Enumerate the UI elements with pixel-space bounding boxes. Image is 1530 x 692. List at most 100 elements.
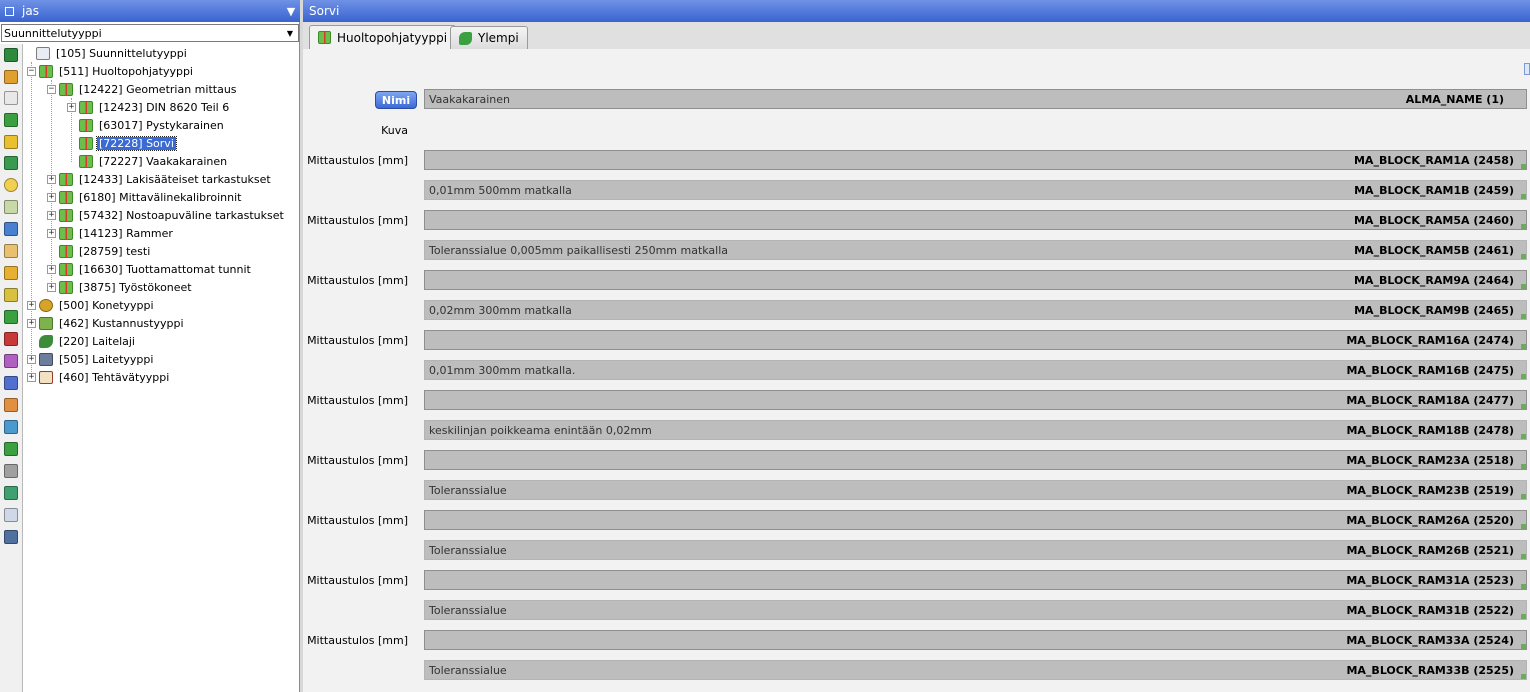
expand-icon[interactable]: + xyxy=(67,102,76,112)
tree-node-nostoapuvaline[interactable]: + [57432] Nostoapuväline tarkastukset xyxy=(47,206,286,224)
expand-icon[interactable]: + xyxy=(27,300,36,310)
toolbar-puzzle-icon[interactable] xyxy=(4,310,18,324)
toolbar-users-icon[interactable] xyxy=(4,376,18,390)
type-select-value: Suunnittelutyyppi xyxy=(4,26,102,40)
type-select[interactable]: Suunnittelutyyppi ▼ xyxy=(1,24,299,42)
tree-node-lakisaateiset[interactable]: + [12433] Lakisääteiset tarkastukset xyxy=(47,170,273,188)
toolbar-document-icon[interactable] xyxy=(4,91,18,105)
tolerance-field[interactable]: Toleranssialue MA_BLOCK_RAM31B (2522) xyxy=(424,600,1527,620)
measurement-field[interactable]: MA_BLOCK_RAM31A (2523) xyxy=(424,570,1527,590)
tree-node-huoltopohjatyyppi[interactable]: − [511] Huoltopohjatyyppi xyxy=(27,62,195,80)
resize-grip-icon xyxy=(1521,374,1526,379)
toolbar-box-icon[interactable] xyxy=(4,135,18,149)
gift-icon xyxy=(59,280,73,294)
tree-node-tuottamattomat[interactable]: + [16630] Tuottamattomat tunnit xyxy=(47,260,253,278)
collapse-icon[interactable]: − xyxy=(47,84,56,94)
money-icon xyxy=(39,316,53,330)
tree-node-pystykarainen[interactable]: [63017] Pystykarainen xyxy=(79,116,226,134)
tab-huoltopohjatyyppi[interactable]: Huoltopohjatyyppi xyxy=(309,25,457,49)
toolbar-truck-icon[interactable] xyxy=(4,530,18,544)
tree-node-sorvi[interactable]: [72228] Sorvi xyxy=(79,134,177,152)
tree-node-root[interactable]: [105] Suunnittelutyyppi xyxy=(24,44,189,62)
field-code: MA_BLOCK_RAM33B (2525) xyxy=(1346,663,1514,677)
measurement-field[interactable]: MA_BLOCK_RAM26A (2520) xyxy=(424,510,1527,530)
expand-icon[interactable]: + xyxy=(47,210,56,220)
field-code: MA_BLOCK_RAM9A (2464) xyxy=(1353,273,1514,287)
tree-node-label: [462] Kustannustyyppi xyxy=(59,316,184,330)
tree-node-rammer[interactable]: + [14123] Rammer xyxy=(47,224,175,242)
toolbar-folder-icon[interactable] xyxy=(4,70,18,84)
expand-icon[interactable]: + xyxy=(27,354,36,364)
toolbar-group-icon[interactable] xyxy=(4,398,18,412)
tree-node-label: [16630] Tuottamattomat tunnit xyxy=(79,262,251,276)
resize-grip-icon xyxy=(1521,674,1526,679)
measurement-field[interactable]: MA_BLOCK_RAM9A (2464) xyxy=(424,270,1527,290)
tree-node-kustannustyyppi[interactable]: + [462] Kustannustyyppi xyxy=(27,314,186,332)
tolerance-field[interactable]: 0,01mm 500mm matkalla MA_BLOCK_RAM1B (245… xyxy=(424,180,1527,200)
measurement-field[interactable]: MA_BLOCK_RAM1A (2458) xyxy=(424,150,1527,170)
toolbar-bulb-icon[interactable] xyxy=(4,178,18,192)
toolbar-package-icon[interactable] xyxy=(4,354,18,368)
name-field[interactable]: Vaakakarainen ALMA_NAME (1) xyxy=(424,89,1527,109)
panel-corner-icon[interactable] xyxy=(1524,63,1530,75)
tree-node-vaakakarainen[interactable]: [72227] Vaakakarainen xyxy=(79,152,229,170)
gift-icon xyxy=(79,100,93,114)
measurement-field[interactable]: MA_BLOCK_RAM33A (2524) xyxy=(424,630,1527,650)
name-button[interactable]: Nimi xyxy=(375,91,417,109)
collapse-icon[interactable]: − xyxy=(27,66,36,76)
resize-grip-icon xyxy=(1521,254,1526,259)
toolbar-window-icon[interactable] xyxy=(4,508,18,522)
expand-icon[interactable]: + xyxy=(47,174,56,184)
field-value: Toleranssialue xyxy=(429,603,507,617)
expand-icon[interactable]: + xyxy=(27,318,36,328)
tolerance-field[interactable]: Toleranssialue MA_BLOCK_RAM23B (2519) xyxy=(424,480,1527,500)
toolbar-wrench-icon[interactable] xyxy=(4,464,18,478)
tolerance-field[interactable]: Toleranssialue MA_BLOCK_RAM33B (2525) xyxy=(424,660,1527,680)
toolbar-chart-icon[interactable] xyxy=(4,156,18,170)
expand-icon[interactable]: + xyxy=(47,264,56,274)
toolbar-note-icon[interactable] xyxy=(4,244,18,258)
toolbar-cylinder-icon[interactable] xyxy=(4,442,18,456)
toolbar-blocks-icon[interactable] xyxy=(4,332,18,346)
tree-node-tyostokoneet[interactable]: + [3875] Työstökoneet xyxy=(47,278,194,296)
measurement-field[interactable]: MA_BLOCK_RAM5A (2460) xyxy=(424,210,1527,230)
tolerance-field[interactable]: keskilinjan poikkeama enintään 0,02mm MA_… xyxy=(424,420,1527,440)
tree-node-din[interactable]: + [12423] DIN 8620 Teil 6 xyxy=(67,98,231,116)
expand-icon[interactable]: + xyxy=(47,282,56,292)
measurement-field[interactable]: MA_BLOCK_RAM16A (2474) xyxy=(424,330,1527,350)
expand-icon[interactable]: + xyxy=(27,372,36,382)
measurement-field[interactable]: MA_BLOCK_RAM18A (2477) xyxy=(424,390,1527,410)
tolerance-field[interactable]: Toleranssialue MA_BLOCK_RAM26B (2521) xyxy=(424,540,1527,560)
chevron-down-icon[interactable]: ▼ xyxy=(282,29,298,38)
tolerance-field[interactable]: 0,01mm 300mm matkalla. MA_BLOCK_RAM16B (2… xyxy=(424,360,1527,380)
tree-node-mittavalinekalibroinnit[interactable]: + [6180] Mittavälinekalibroinnit xyxy=(47,188,243,206)
design-type-icon xyxy=(36,46,50,60)
expand-icon[interactable]: + xyxy=(47,192,56,202)
resize-grip-icon xyxy=(1521,524,1526,529)
toolbar-search-icon[interactable] xyxy=(4,420,18,434)
tree-node-tehtavatyyppi[interactable]: + [460] Tehtävätyyppi xyxy=(27,368,171,386)
funnel-icon[interactable]: ▼ xyxy=(282,5,300,18)
measurement-field[interactable]: MA_BLOCK_RAM23A (2518) xyxy=(424,450,1527,470)
tree-node-konetyyppi[interactable]: + [500] Konetyyppi xyxy=(27,296,156,314)
resize-grip-icon xyxy=(1521,554,1526,559)
tab-ylempi[interactable]: Ylempi xyxy=(450,26,528,49)
tree-node-laitelaji[interactable]: [220] Laitelaji xyxy=(39,332,137,350)
tree-node-geometrian-mittaus[interactable]: − [12422] Geometrian mittaus xyxy=(47,80,239,98)
resize-grip-icon xyxy=(1521,644,1526,649)
field-value: Toleranssialue xyxy=(429,483,507,497)
tree-node-label: [12433] Lakisääteiset tarkastukset xyxy=(79,172,271,186)
tree-node-laitetyyppi[interactable]: + [505] Laitetyyppi xyxy=(27,350,155,368)
resize-grip-icon xyxy=(1521,224,1526,229)
tree-node-testi[interactable]: [28759] testi xyxy=(59,242,152,260)
toolbar-schedule-icon[interactable] xyxy=(4,200,18,214)
tolerance-field[interactable]: Toleranssialue 0,005mm paikallisesti 250… xyxy=(424,240,1527,260)
toolbar-machine-icon[interactable] xyxy=(4,48,18,62)
toolbar-recycle-icon[interactable] xyxy=(4,486,18,500)
tolerance-field[interactable]: 0,02mm 300mm matkalla MA_BLOCK_RAM9B (246… xyxy=(424,300,1527,320)
expand-icon[interactable]: + xyxy=(47,228,56,238)
toolbar-hand-icon[interactable] xyxy=(4,288,18,302)
toolbar-coins-icon[interactable] xyxy=(4,266,18,280)
toolbar-open-folder-icon[interactable] xyxy=(4,113,18,127)
toolbar-cube-icon[interactable] xyxy=(4,222,18,236)
